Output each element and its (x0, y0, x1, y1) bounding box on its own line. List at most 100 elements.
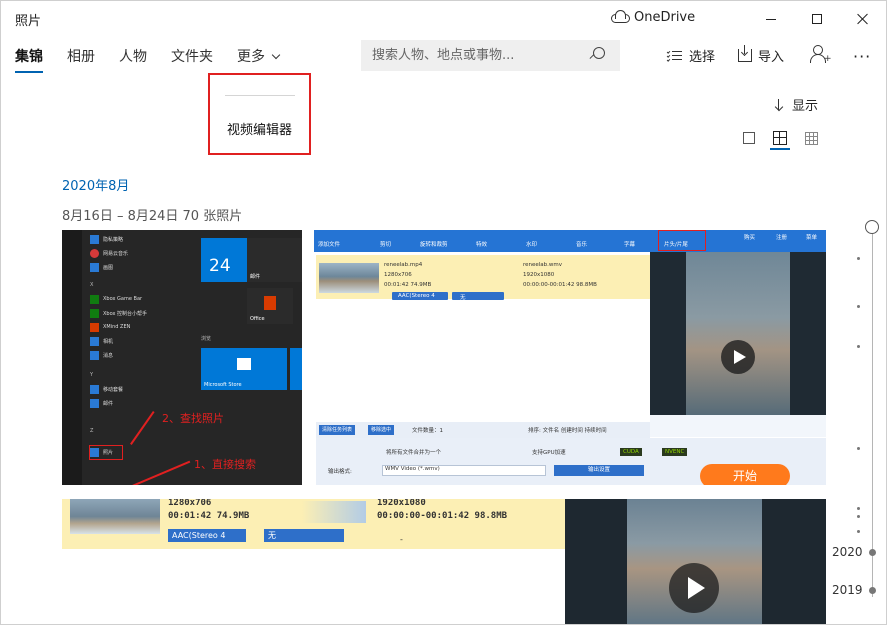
cloud-icon (611, 9, 630, 23)
section-label: 浏览 (201, 336, 212, 342)
tab-people[interactable]: 人物 (119, 46, 147, 66)
mail-tile-label: 邮件 (250, 274, 261, 280)
video-thumbnail (70, 499, 160, 534)
photo-thumbnail-editor-zoom[interactable]: 1280x706 00:01:42 74.9MB 1920x1080 00:00… (62, 499, 826, 624)
minimize-button[interactable] (748, 1, 794, 37)
view-small-button[interactable] (801, 127, 821, 149)
list-item: 画图 (103, 264, 114, 271)
active-view-indicator (770, 148, 790, 150)
gpu-option: 支持GPU加速 (532, 450, 566, 456)
play-icon (721, 340, 755, 374)
target-filename: reneelab.wmv (523, 262, 563, 268)
tab-collection[interactable]: 集锦 (15, 46, 43, 66)
subtitle-select: 无 (264, 529, 344, 542)
timeline-track[interactable] (872, 229, 873, 597)
list-letter: X (90, 282, 94, 288)
office-tile-label: Office (250, 316, 265, 322)
timeline-year[interactable]: 2020 (832, 545, 863, 559)
timeline-thumb[interactable] (865, 220, 879, 234)
office-logo-icon (264, 296, 276, 310)
timeline-marker (857, 507, 860, 510)
plus-icon: + (824, 54, 832, 64)
tab-more[interactable]: 更多 (237, 46, 281, 66)
show-label: 显示 (792, 99, 819, 114)
timeline-year[interactable]: 2019 (832, 583, 863, 597)
large-tiles-icon (743, 132, 755, 144)
task-bar: 清除任务列表 移除选中 文件数量：1 排序: 文件名 创建时间 持续时间 (316, 422, 650, 438)
merge-option: 将所有文件合并为一个 (386, 450, 442, 456)
import-label: 导入 (758, 50, 785, 65)
timeline-marker (857, 257, 860, 260)
select-button[interactable]: 选择 (666, 46, 715, 65)
more-dropdown-menu: 视频编辑器 (208, 73, 311, 155)
tab-more-label: 更多 (237, 49, 265, 65)
timeline-marker (857, 305, 860, 308)
timeline-marker (857, 447, 860, 450)
office-tile: Office (247, 288, 293, 324)
month-heading[interactable]: 2020年8月 (62, 175, 129, 194)
minimize-icon (766, 18, 776, 20)
output-settings-button: 输出设置 (554, 465, 644, 476)
editor-toolbar: 添加文件 剪切 旋转和裁剪 特效 水印 音乐 字幕 片头/片尾 购买 注册 菜单 (314, 230, 826, 252)
list-item: 消息 (103, 352, 114, 359)
timeline-year-marker (869, 587, 876, 594)
timeline-year-marker (869, 549, 876, 556)
sort-options: 排序: 文件名 创建时间 持续时间 (528, 428, 607, 434)
clear-list-button: 清除任务列表 (319, 425, 356, 435)
timeline-marker (857, 530, 860, 533)
menu-item-video-editor[interactable]: 视频编辑器 (210, 119, 309, 138)
search-icon[interactable] (589, 47, 605, 63)
toolbar-item: 剪切 (380, 242, 392, 248)
more-options-icon[interactable]: ··· (853, 47, 871, 66)
photo-thumbnail-start-menu[interactable]: 隐私策略 网易云音乐 画图 X Xbox Game Bar Xbox 控制台小帮… (62, 230, 302, 485)
list-item: 网易云音乐 (103, 250, 129, 257)
view-large-button[interactable] (739, 127, 759, 149)
arrow-down-icon (774, 98, 784, 111)
medium-tiles-icon (773, 131, 787, 145)
nav-bar: 集锦 相册 人物 文件夹 更多 选择 导入 + ··· (1, 37, 886, 77)
remove-selected-button: 移除选中 (368, 425, 395, 435)
annotation-direct-search: 1、直接搜索 (194, 458, 256, 471)
video-preview (565, 499, 826, 624)
list-letter: Y (90, 372, 94, 378)
tab-albums[interactable]: 相册 (67, 46, 95, 66)
file-count: 文件数量：1 (412, 428, 443, 434)
source-duration: 00:01:42 74.9MB (168, 511, 250, 521)
video-preview (650, 252, 826, 415)
view-medium-button[interactable] (770, 127, 790, 149)
list-item: 隐私策略 (103, 236, 124, 243)
list-item: Xbox Game Bar (103, 296, 143, 302)
toolbar-item: 菜单 (806, 235, 818, 241)
store-tile: Microsoft Store (201, 348, 287, 390)
list-item: XMind ZEN (103, 324, 131, 330)
list-item: 相机 (103, 338, 114, 345)
maximize-button[interactable] (794, 1, 840, 37)
title-bar: 照片 OneDrive (1, 1, 886, 37)
close-button[interactable] (840, 1, 886, 37)
tile-partial (290, 348, 302, 390)
chevron-down-icon (271, 50, 281, 60)
app-title: 照片 (15, 14, 42, 29)
toolbar-item: 水印 (526, 242, 538, 248)
toolbar-item: 音乐 (576, 242, 588, 248)
calendar-tile: 24 (201, 238, 247, 282)
photos-window: 照片 OneDrive 集锦 相册 人物 文件夹 更多 选择 (0, 0, 887, 625)
timeline-marker (857, 515, 860, 518)
toolbar-item: 特效 (476, 242, 488, 248)
search-box (361, 40, 620, 71)
list-item: 邮件 (103, 400, 114, 407)
target-resolution: 1920x1080 (377, 499, 426, 508)
show-button[interactable]: 显示 (774, 95, 818, 114)
output-settings-panel: 将所有文件合并为一个 支持GPU加速 CUDA NVENC 输出格式: WMV … (316, 438, 826, 485)
placeholder-dash: - (400, 535, 403, 544)
onedrive-status[interactable]: OneDrive (611, 9, 695, 25)
source-resolution: 1280x706 (384, 272, 412, 278)
import-icon (738, 45, 752, 62)
date-range-label: 8月16日 – 8月24日 70 张照片 (62, 209, 243, 224)
list-letter: Z (90, 428, 94, 434)
search-input[interactable] (361, 40, 581, 71)
tab-folders[interactable]: 文件夹 (171, 46, 213, 66)
photo-thumbnail-video-editor[interactable]: 添加文件 剪切 旋转和裁剪 特效 水印 音乐 字幕 片头/片尾 购买 注册 菜单… (314, 230, 826, 485)
import-button[interactable]: 导入 (738, 45, 785, 65)
small-tiles-icon (804, 131, 818, 145)
